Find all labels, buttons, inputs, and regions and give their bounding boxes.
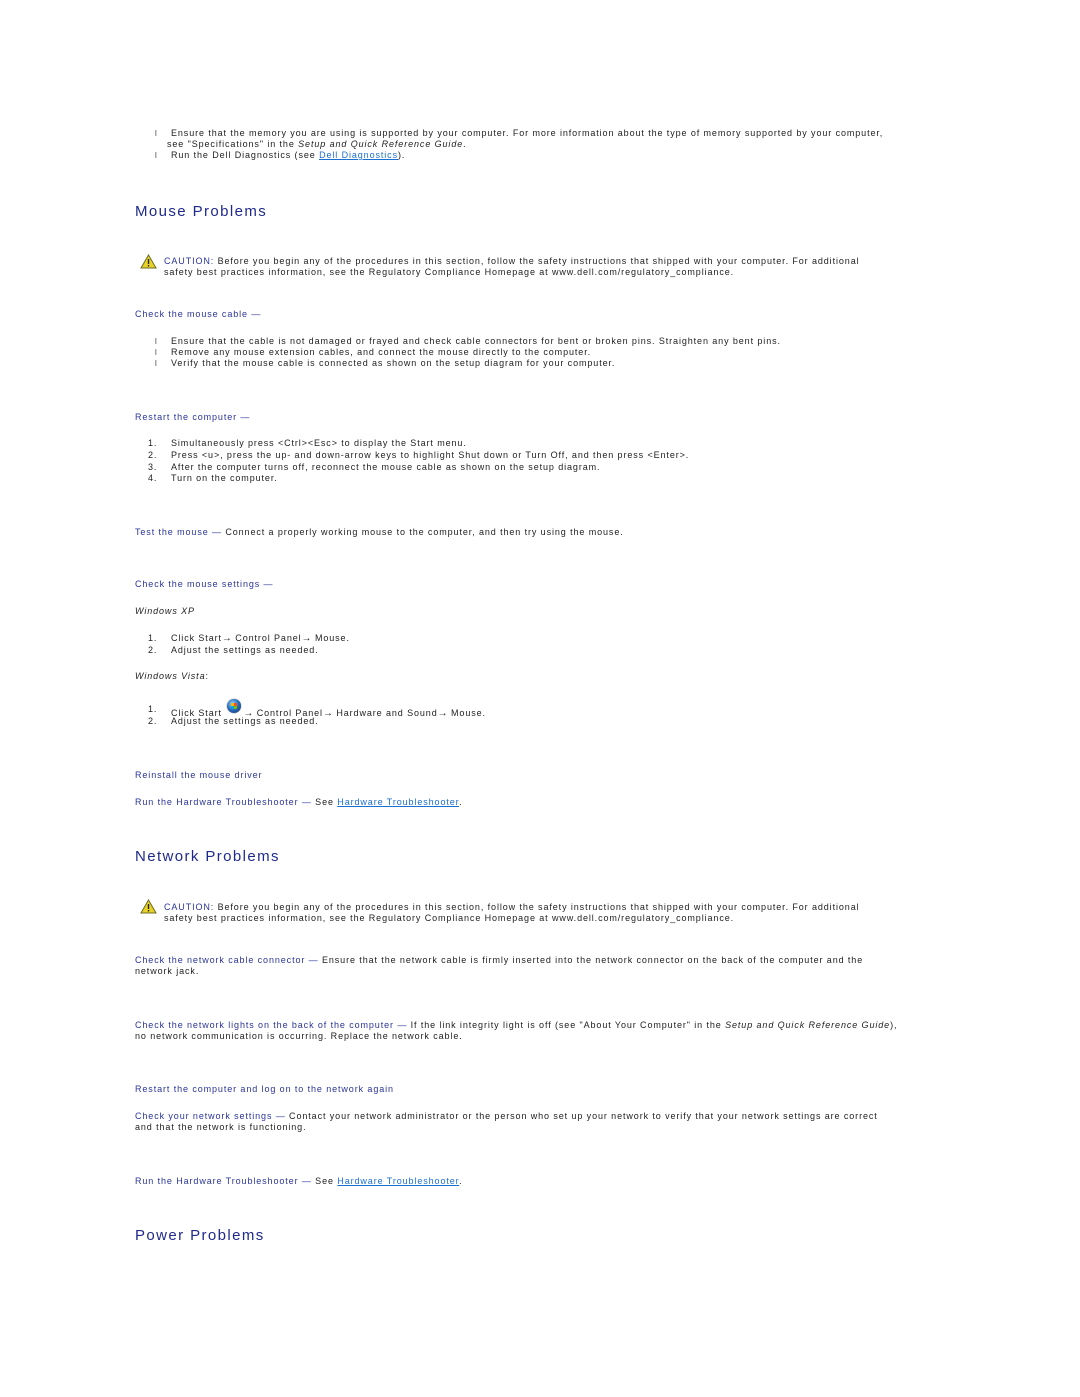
network-lights-paragraph-line-2: no network communication is occurring. R… [135, 1031, 463, 1041]
windows-xp-label: Windows XP [135, 606, 195, 617]
network-settings-heading: Check your network settings — [135, 1111, 286, 1121]
step-number: 1. [148, 438, 158, 448]
reinstall-mouse-driver-heading: Reinstall the mouse driver [135, 770, 263, 780]
caution-icon [140, 254, 157, 269]
hardware-troubleshooter-link[interactable]: Hardware Troubleshooter [337, 1176, 459, 1186]
check-mouse-settings-heading: Check the mouse settings — [135, 579, 274, 589]
network-troubleshooter-paragraph: Run the Hardware Troubleshooter — See Ha… [135, 1176, 462, 1187]
text: Windows XP [135, 606, 195, 616]
text: Mouse. [447, 708, 486, 718]
text: Mouse. [311, 633, 350, 643]
text: Remove any mouse extension cables, and c… [171, 347, 591, 357]
text: See [311, 1176, 338, 1186]
text: Control Panel [231, 633, 302, 643]
mouse-troubleshooter-paragraph: Run the Hardware Troubleshooter — See Ha… [135, 797, 462, 808]
mouse-caution-line-1: CAUTION: Before you begin any of the pro… [164, 256, 860, 267]
hardware-troubleshooter-link[interactable]: Hardware Troubleshooter [337, 797, 459, 807]
arrow-right-icon: → [221, 633, 232, 644]
network-caution-line-2: safety best practices information, see t… [164, 913, 735, 923]
text: ), [890, 1020, 898, 1030]
text: . [463, 139, 467, 149]
troubleshooter-heading: Run the Hardware Troubleshooter — [135, 797, 312, 807]
network-lights-paragraph-line-1: Check the network lights on the back of … [135, 1020, 897, 1031]
dell-diagnostics-link[interactable]: Dell Diagnostics [319, 150, 398, 160]
mouse-problems-heading: Mouse Problems [135, 203, 268, 220]
text: Before you begin any of the procedures i… [214, 256, 860, 266]
text: Contact your network administrator or th… [285, 1111, 878, 1121]
bullet-glyph: l [155, 348, 158, 357]
text: Click Start [171, 633, 222, 643]
windows-start-icon [227, 699, 242, 713]
arrow-right-icon: → [322, 708, 333, 719]
text: see "Specifications" in the [167, 139, 299, 149]
text: Turn on the computer. [171, 473, 278, 483]
step-number: 3. [148, 462, 158, 472]
text: : [205, 671, 209, 681]
text: Press <u>, press the up- and down-arrow … [171, 450, 690, 460]
caution-label: CAUTION: [164, 902, 215, 912]
windows-vista-label: Windows Vista: [135, 671, 209, 682]
text: Windows Vista [135, 671, 206, 681]
restart-computer-heading: Restart the computer — [135, 412, 251, 422]
network-caution-line-1: CAUTION: Before you begin any of the pro… [164, 902, 860, 913]
text: . [459, 1176, 463, 1186]
check-mouse-cable-heading: Check the mouse cable — [135, 309, 262, 319]
step-number: 1. [148, 633, 158, 643]
troubleshooter-heading: Run the Hardware Troubleshooter — [135, 1176, 312, 1186]
guide-title: Setup and Quick Reference Guide [298, 139, 464, 149]
text: Run the Dell Diagnostics (see [171, 150, 320, 160]
bullet-glyph: l [155, 359, 158, 368]
power-problems-heading: Power Problems [135, 1227, 265, 1244]
test-mouse-heading: Test the mouse — [135, 527, 222, 537]
network-settings-paragraph-line-1: Check your network settings — Contact yo… [135, 1111, 878, 1122]
text: After the computer turns off, reconnect … [171, 462, 601, 472]
text: . [459, 797, 463, 807]
bullet-glyph: l [155, 337, 158, 346]
text: Before you begin any of the procedures i… [214, 902, 860, 912]
intro-item-2: Run the Dell Diagnostics (see Dell Diagn… [171, 150, 405, 161]
caution-label: CAUTION: [164, 256, 215, 266]
test-mouse-paragraph: Test the mouse — Connect a properly work… [135, 527, 624, 538]
step-number: 1. [148, 704, 158, 714]
text: If the link integrity light is off (see … [407, 1020, 726, 1030]
caution-icon [140, 899, 157, 914]
intro-item-1-line-1: Ensure that the memory you are using is … [171, 128, 884, 138]
intro-item-1-line-2: see "Specifications" in the Setup and Qu… [167, 139, 467, 150]
network-lights-heading: Check the network lights on the back of … [135, 1020, 408, 1030]
text: See [311, 797, 338, 807]
text: Hardware and Sound [332, 708, 438, 718]
restart-network-heading: Restart the computer and log on to the n… [135, 1084, 394, 1094]
bullet-glyph: l [155, 151, 158, 160]
step-number: 4. [148, 473, 158, 483]
text: Simultaneously press <Ctrl><Esc> to disp… [171, 438, 467, 448]
text: Connect a properly working mouse to the … [221, 527, 624, 537]
text: Verify that the mouse cable is connected… [171, 358, 616, 368]
network-cable-paragraph-line-2: network jack. [135, 966, 200, 976]
bullet-glyph: l [155, 129, 158, 138]
mouse-caution-line-2: safety best practices information, see t… [164, 267, 735, 277]
arrow-right-icon: → [437, 708, 448, 719]
network-problems-heading: Network Problems [135, 848, 280, 865]
text: ). [398, 150, 406, 160]
guide-title: Setup and Quick Reference Guide [725, 1020, 891, 1030]
text: Ensure that the cable is not damaged or … [171, 336, 781, 346]
text: Adjust the settings as needed. [171, 716, 319, 726]
network-cable-heading: Check the network cable connector — [135, 955, 319, 965]
step-number: 2. [148, 645, 158, 655]
step-number: 2. [148, 716, 158, 726]
text: Adjust the settings as needed. [171, 645, 319, 655]
text: Ensure that the network cable is firmly … [318, 955, 864, 965]
network-cable-paragraph-line-1: Check the network cable connector — Ensu… [135, 955, 863, 966]
arrow-right-icon: → [301, 633, 312, 644]
network-settings-paragraph-line-2: and that the network is functioning. [135, 1122, 307, 1132]
step-number: 2. [148, 450, 158, 460]
